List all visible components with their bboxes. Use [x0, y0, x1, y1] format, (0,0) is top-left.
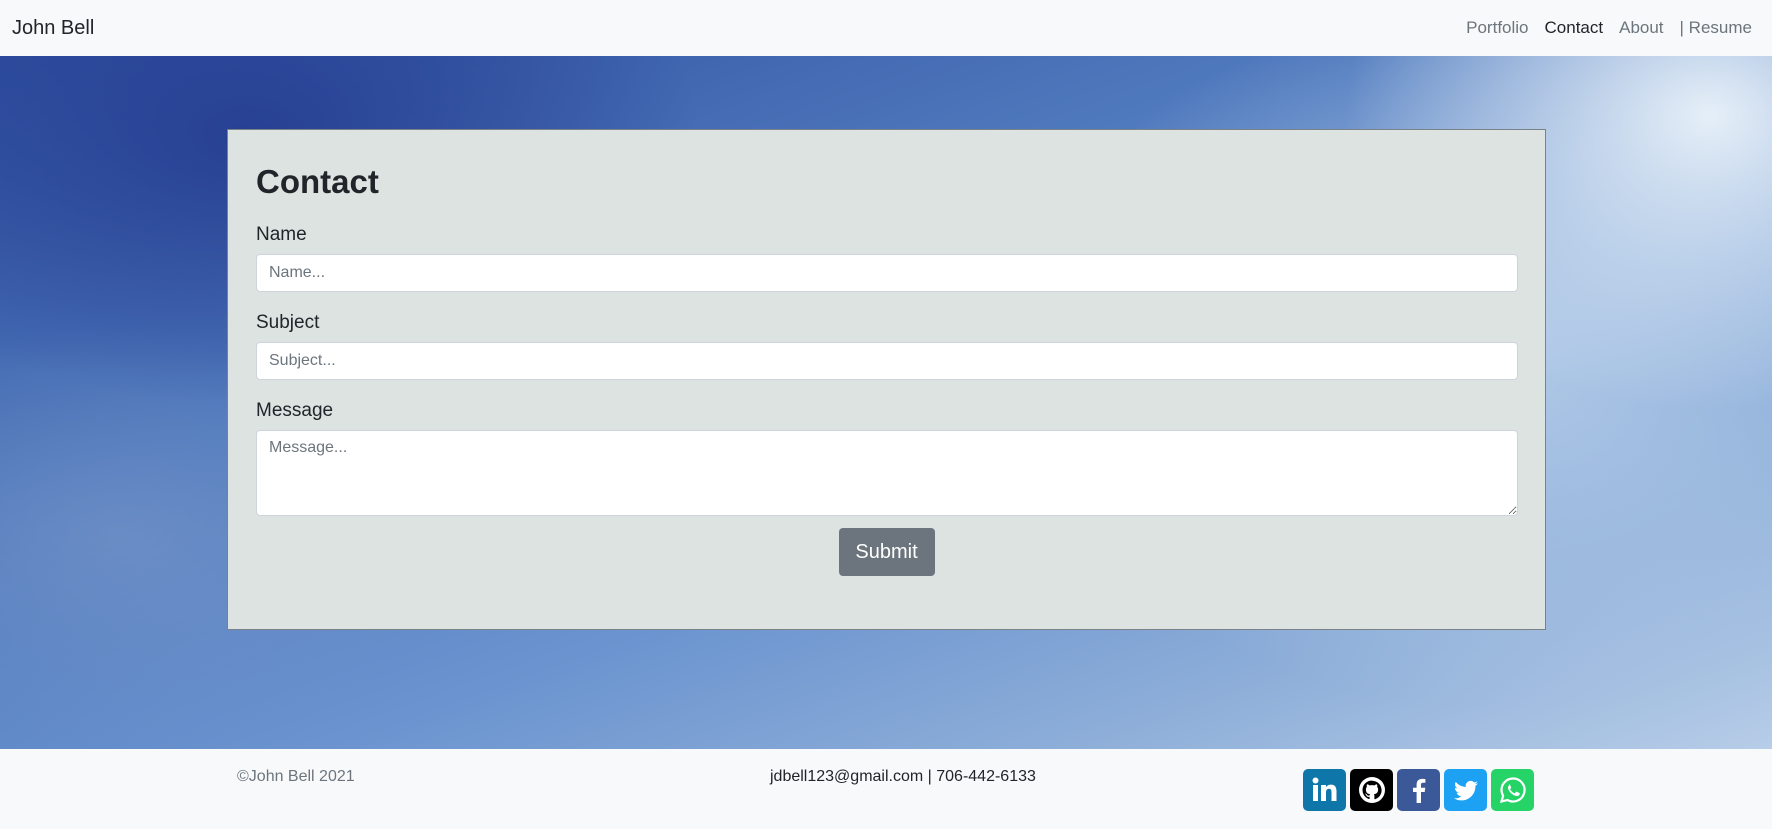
brand-link[interactable]: John Bell: [12, 17, 94, 40]
contact-info: jdbell123@gmail.com | 706-442-6133: [770, 768, 1036, 785]
nav-link-portfolio[interactable]: Portfolio: [1458, 18, 1536, 38]
nav-link-contact[interactable]: Contact: [1537, 18, 1612, 38]
name-label: Name: [256, 224, 307, 245]
contact-card: Contact Name Subject Message Submit: [227, 129, 1546, 630]
submit-button[interactable]: Submit: [838, 528, 935, 576]
nav-link-resume[interactable]: | Resume: [1672, 18, 1760, 38]
top-navbar: John Bell Portfolio Contact About | Resu…: [0, 0, 1772, 56]
facebook-icon[interactable]: [1397, 769, 1440, 811]
linkedin-icon[interactable]: [1303, 769, 1346, 811]
twitter-icon[interactable]: [1444, 769, 1487, 811]
social-links: [1303, 769, 1534, 811]
copyright-text: ©John Bell 2021: [237, 768, 355, 785]
github-icon[interactable]: [1350, 769, 1393, 811]
hero-background: Contact Name Subject Message Submit: [0, 56, 1772, 749]
whatsapp-icon[interactable]: [1491, 769, 1534, 811]
footer: ©John Bell 2021 jdbell123@gmail.com | 70…: [0, 749, 1772, 829]
message-label: Message: [256, 400, 334, 421]
page-title: Contact: [256, 163, 379, 200]
nav-link-about[interactable]: About: [1611, 18, 1671, 38]
message-textarea[interactable]: [256, 430, 1518, 516]
subject-label: Subject: [256, 312, 320, 333]
submit-row: Submit: [256, 528, 1517, 576]
name-input[interactable]: [256, 254, 1518, 292]
subject-input[interactable]: [256, 342, 1518, 380]
nav-links: Portfolio Contact About | Resume: [1458, 18, 1760, 38]
